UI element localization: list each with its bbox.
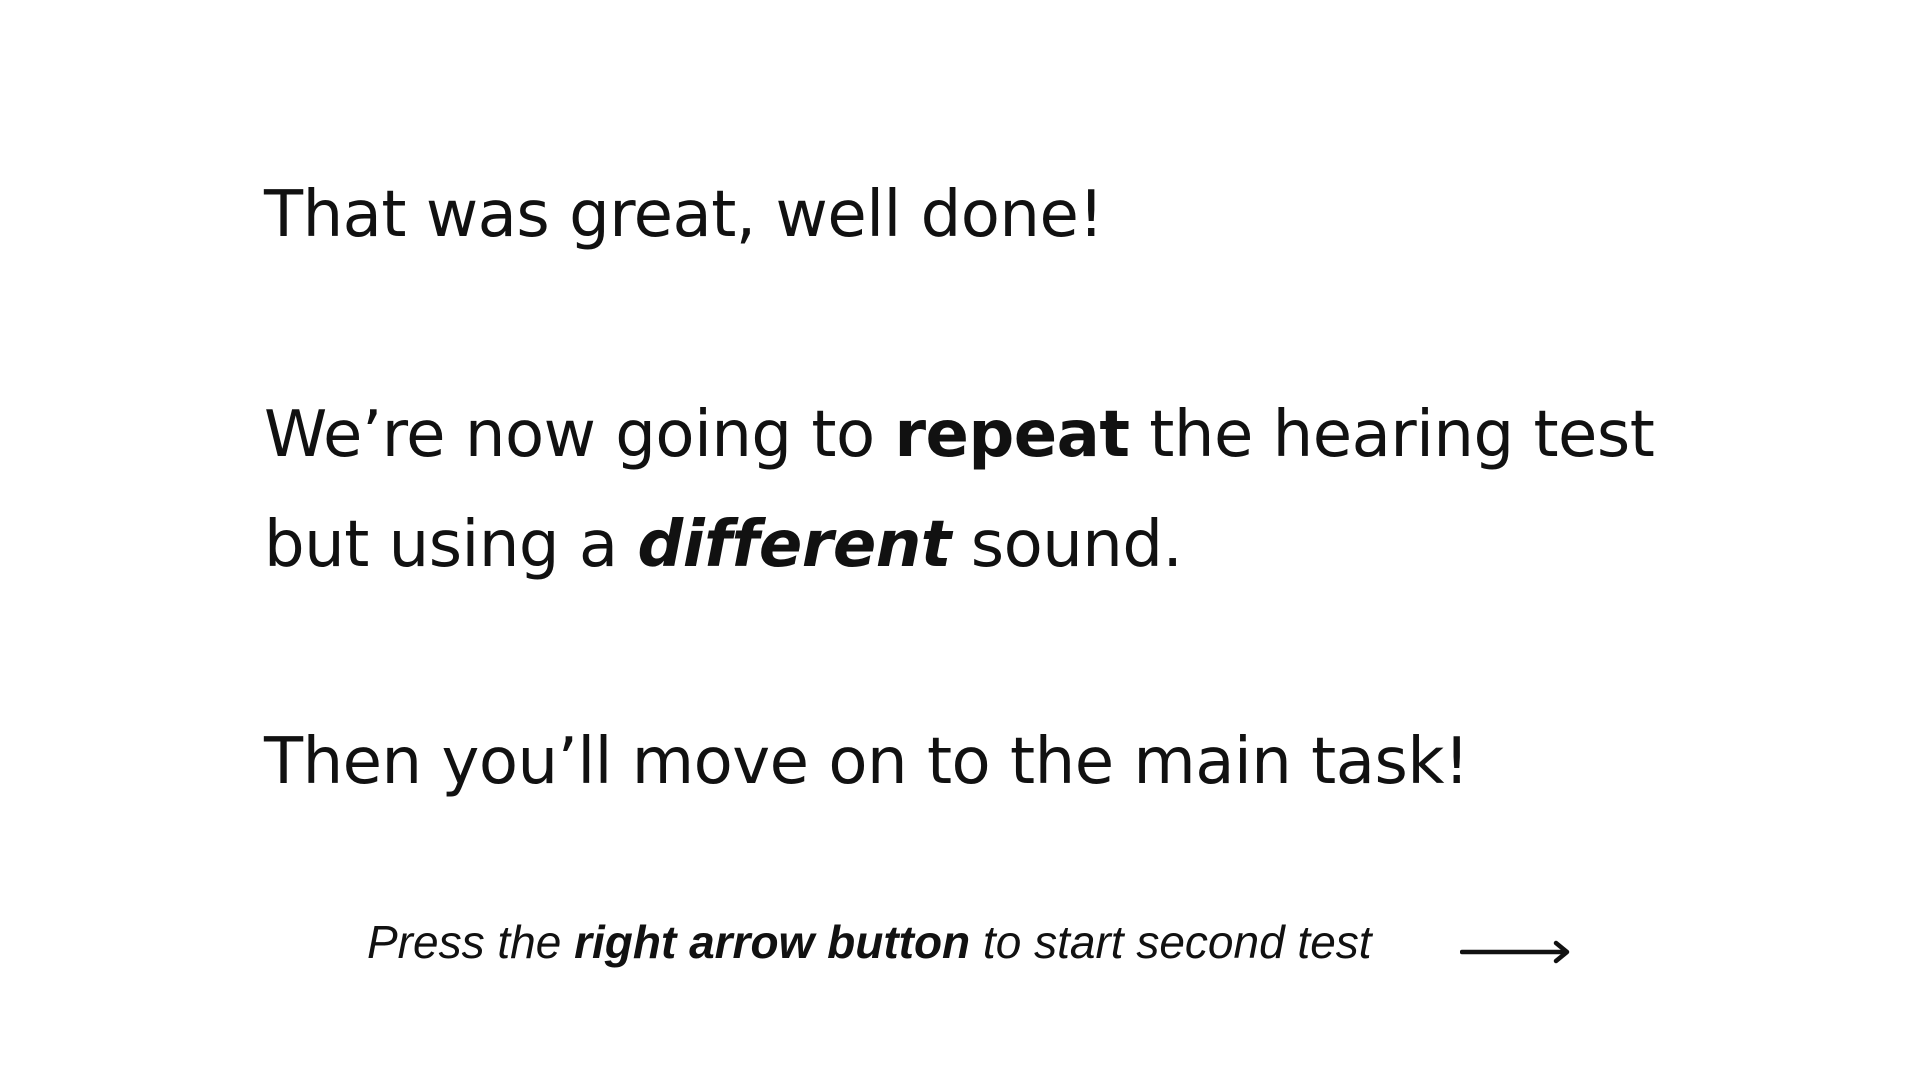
next-step-text: Then you’ll move on to the main task! bbox=[264, 725, 1470, 799]
navigation-hint: Press the right arrow button to start se… bbox=[367, 919, 1372, 965]
right-arrow-icon bbox=[1460, 940, 1570, 964]
instruction-text: the hearing test bbox=[1129, 398, 1655, 472]
instruction-text: but using a bbox=[264, 508, 638, 582]
instruction-line-repeat: We’re now going to repeat the hearing te… bbox=[264, 403, 1655, 467]
emphasis-repeat: repeat bbox=[894, 398, 1130, 472]
hint-text: Press the bbox=[367, 916, 575, 968]
emphasis-different: different bbox=[637, 508, 951, 582]
hint-emphasis: right arrow button bbox=[574, 916, 971, 968]
hint-text: to start second test bbox=[970, 916, 1372, 968]
congrats-text: That was great, well done! bbox=[264, 178, 1104, 252]
instruction-line-different: but using a different sound. bbox=[264, 513, 1183, 577]
instruction-text: We’re now going to bbox=[264, 398, 895, 472]
slide: { "message": { "line_1": "That was great… bbox=[0, 0, 1920, 1080]
instruction-text: sound. bbox=[950, 508, 1183, 582]
